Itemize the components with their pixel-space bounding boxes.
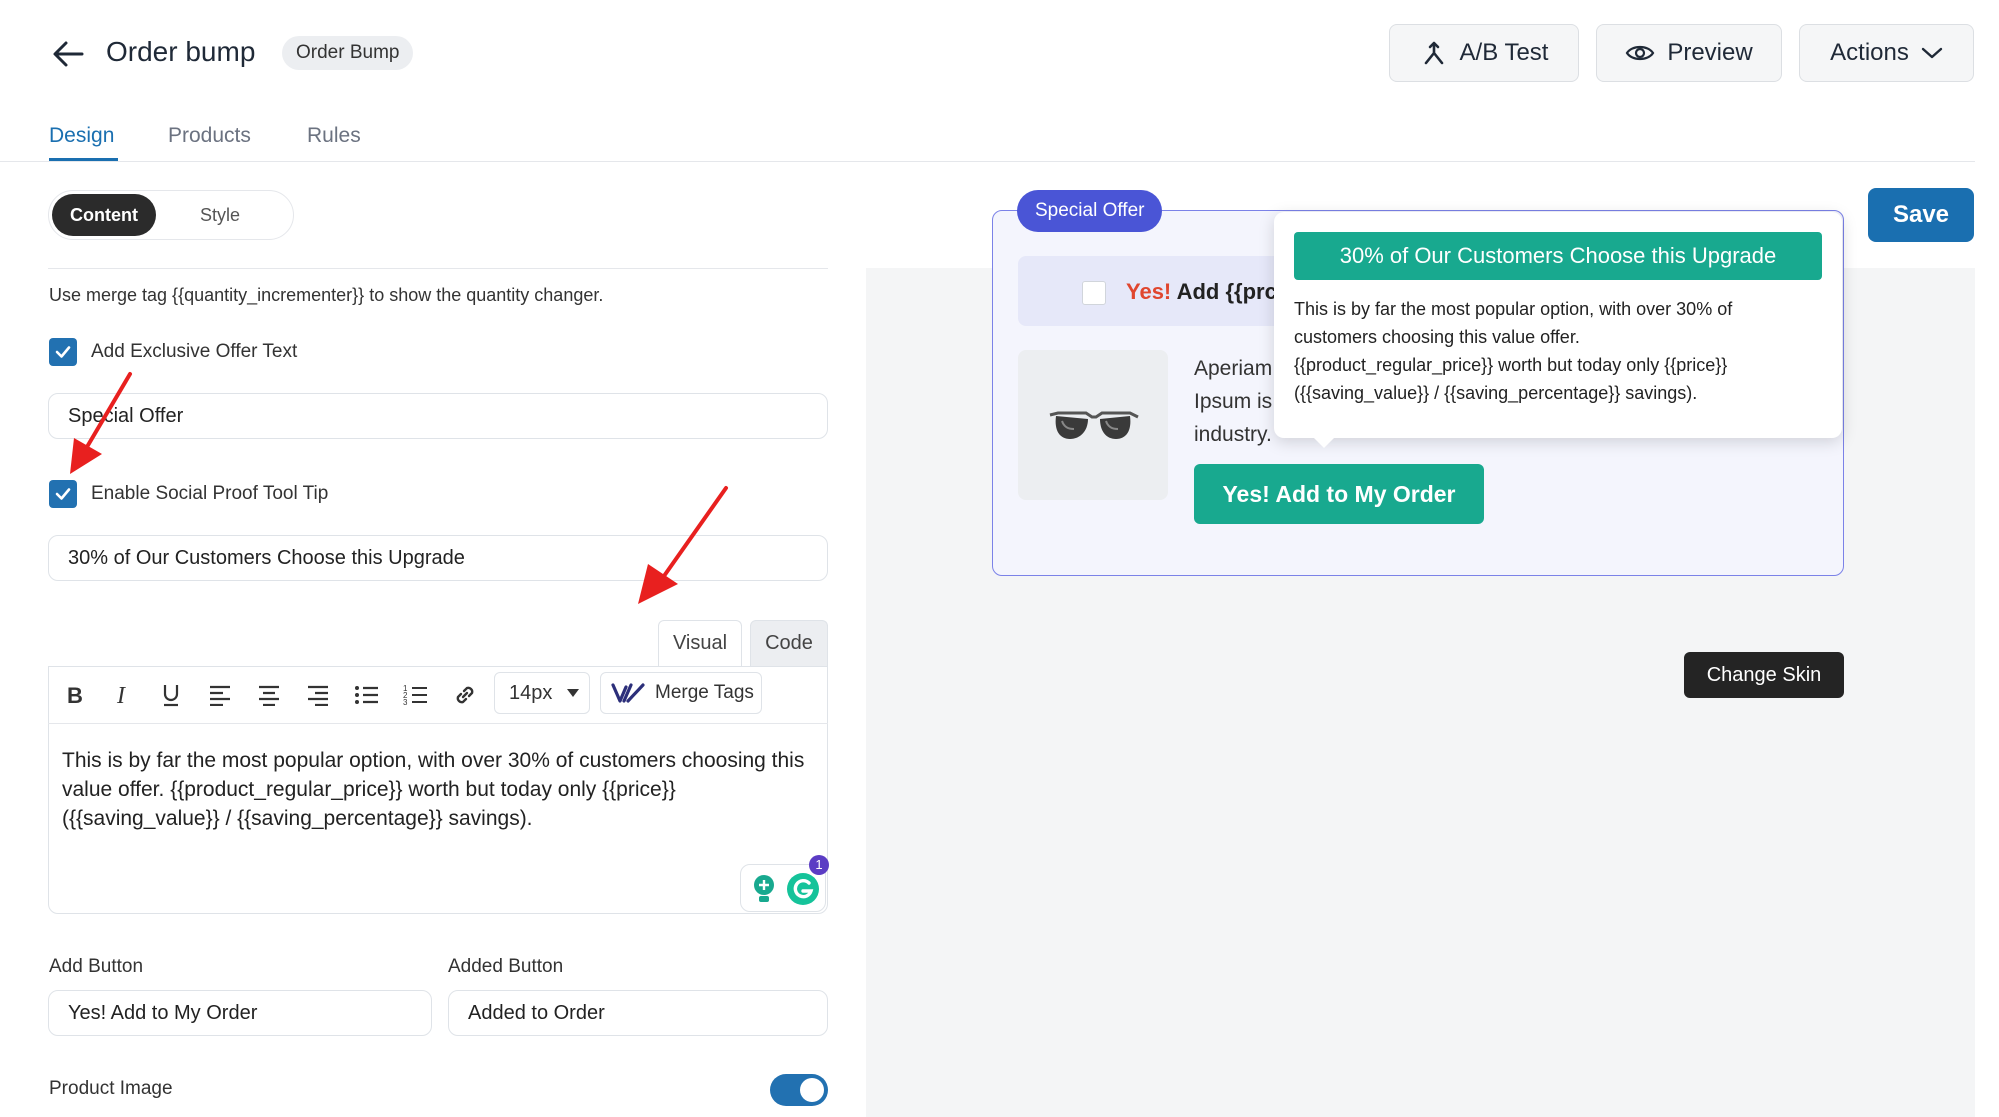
merge-tags-button[interactable]: Merge Tags [600, 672, 762, 714]
svg-text:B: B [67, 683, 83, 707]
caret-down-icon [567, 689, 579, 697]
chevron-down-icon [1921, 47, 1943, 59]
preview-label: Preview [1667, 39, 1753, 66]
active-tab-indicator [49, 158, 118, 161]
svg-text:3: 3 [403, 698, 408, 707]
tooltip-line: customers choosing this value offer. [1294, 327, 1580, 347]
special-offer-badge: Special Offer [1017, 190, 1163, 232]
exclusive-offer-checkbox[interactable] [49, 338, 77, 366]
segment-style[interactable]: Style [200, 194, 240, 236]
underline-icon[interactable] [154, 678, 188, 712]
add-button-label: Add Button [49, 956, 144, 977]
product-image [1018, 350, 1168, 500]
font-size-select[interactable]: 14px [494, 672, 590, 714]
link-icon[interactable] [448, 678, 482, 712]
bump-title-yes: Yes! [1126, 279, 1172, 304]
tooltip-line: {{product_regular_price}} worth but toda… [1294, 355, 1728, 375]
exclusive-offer-input[interactable]: Special Offer [48, 393, 828, 439]
tabs-divider [0, 161, 1975, 162]
tooltip-line: ({{saving_value}} / {{saving_percentage}… [1294, 383, 1698, 403]
toggle-knob [800, 1078, 824, 1102]
social-proof-checkbox[interactable] [49, 480, 77, 508]
editor-content[interactable]: This is by far the most popular option, … [62, 746, 812, 833]
annotation-arrow-icon [70, 372, 132, 474]
product-description: Aperiam Ipsum is industry. [1194, 352, 1272, 451]
bump-title: Yes! Add {{prc [1126, 279, 1277, 305]
page-title: Order bump [106, 36, 256, 67]
social-proof-label: Enable Social Proof Tool Tip [91, 483, 329, 504]
bump-checkbox[interactable] [1082, 281, 1106, 305]
annotation-arrow-icon [638, 486, 728, 604]
svg-text:I: I [116, 683, 126, 707]
editor-tab-visual[interactable]: Visual [658, 620, 742, 666]
actions-dropdown[interactable]: Actions [1799, 24, 1974, 82]
type-badge: Order Bump [282, 36, 414, 70]
merge-tags-label: Merge Tags [655, 682, 754, 703]
tooltip-body: This is by far the most popular option, … [1294, 295, 1824, 407]
editor-tab-code[interactable]: Code [750, 620, 828, 666]
ab-test-label: A/B Test [1459, 39, 1549, 66]
numbered-list-icon[interactable]: 123 [399, 678, 433, 712]
sunglasses-icon [1049, 411, 1139, 439]
split-icon [1424, 41, 1443, 65]
product-desc-line: Ipsum is [1194, 390, 1273, 413]
lightbulb-icon [754, 875, 774, 902]
grammarly-widget[interactable]: 1 [740, 855, 829, 912]
tab-products[interactable]: Products [168, 124, 251, 148]
italic-icon[interactable]: I [106, 678, 140, 712]
product-desc-line: Aperiam [1194, 357, 1273, 380]
tab-rules[interactable]: Rules [307, 124, 361, 148]
align-center-icon[interactable] [252, 678, 286, 712]
add-button-input[interactable]: Yes! Add to My Order [48, 990, 432, 1036]
ab-test-button[interactable]: A/B Test [1389, 24, 1579, 82]
exclusive-offer-label: Add Exclusive Offer Text [91, 341, 298, 362]
merge-tag-help: Use merge tag {{quantity_incrementer}} t… [49, 285, 604, 305]
preview-button[interactable]: Preview [1596, 24, 1782, 82]
added-button-label: Added Button [448, 956, 564, 977]
font-size-value: 14px [509, 682, 553, 704]
actions-label: Actions [1830, 39, 1909, 66]
product-image-label: Product Image [49, 1078, 173, 1099]
add-to-order-button[interactable]: Yes! Add to My Order [1194, 464, 1484, 524]
back-arrow-icon[interactable] [48, 34, 88, 74]
product-desc-line: industry. [1194, 423, 1272, 446]
divider [48, 268, 828, 269]
check-icon [55, 346, 71, 358]
bump-title-rest: Add {{prc [1176, 279, 1277, 304]
segment-content[interactable]: Content [52, 194, 156, 236]
added-button-input[interactable]: Added to Order [448, 990, 828, 1036]
align-left-icon[interactable] [203, 678, 237, 712]
tab-design[interactable]: Design [49, 124, 114, 148]
change-skin-button[interactable]: Change Skin [1684, 652, 1844, 698]
funnelkit-logo-icon [611, 683, 645, 703]
eye-icon [1626, 45, 1655, 61]
bullet-list-icon[interactable] [350, 678, 384, 712]
grammarly-count-badge: 1 [809, 855, 829, 875]
tooltip-arrow [1312, 436, 1336, 448]
bold-icon[interactable]: B [58, 678, 92, 712]
tooltip-title: 30% of Our Customers Choose this Upgrade [1294, 232, 1822, 280]
save-button[interactable]: Save [1868, 188, 1974, 242]
tooltip-line: This is by far the most popular option, … [1294, 299, 1733, 319]
grammarly-icon [787, 873, 819, 905]
check-icon [55, 488, 71, 500]
align-right-icon[interactable] [301, 678, 335, 712]
